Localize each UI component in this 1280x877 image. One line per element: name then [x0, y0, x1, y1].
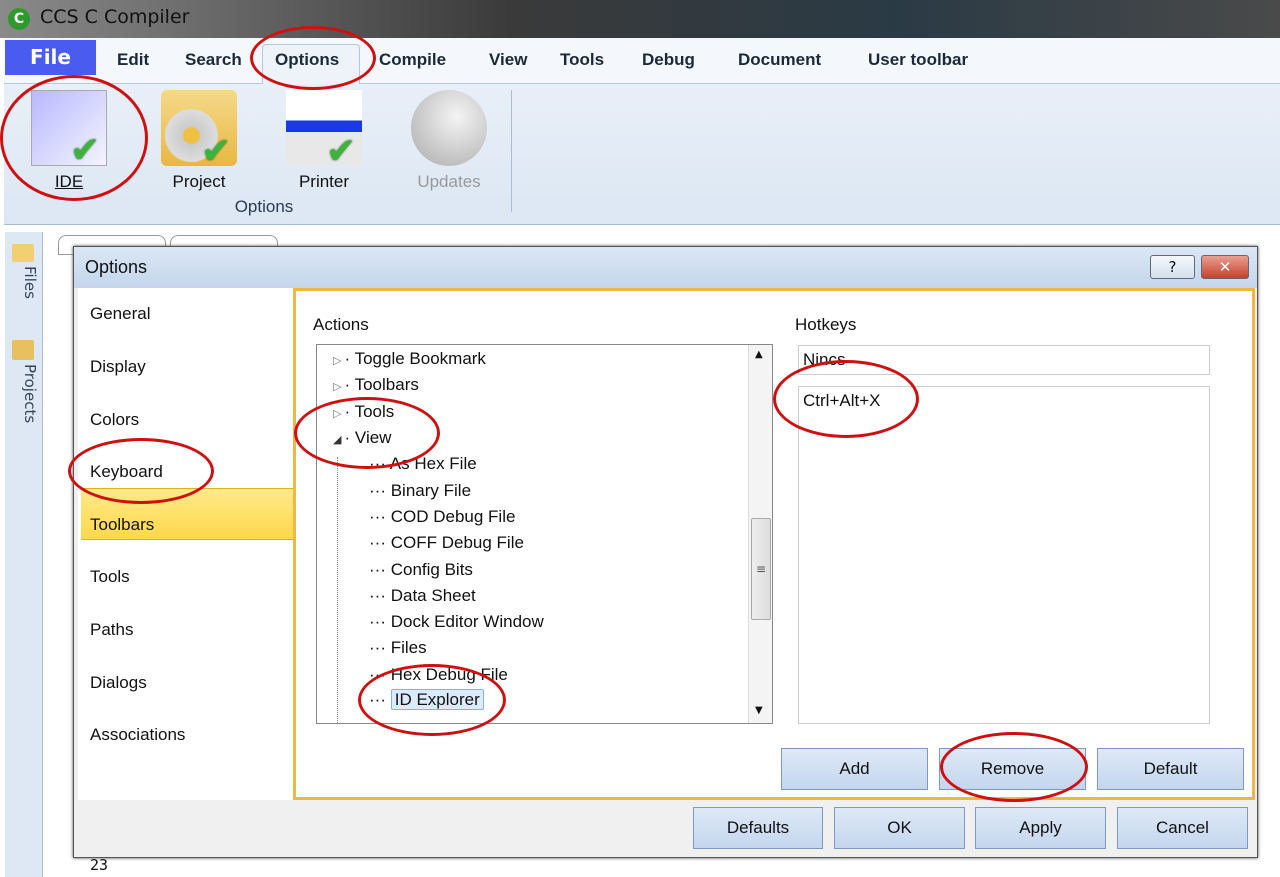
- tree-scrollbar[interactable]: ▲ ≡ ▼: [748, 345, 772, 723]
- nav-toolbars[interactable]: Toolbars: [90, 515, 154, 535]
- tree-item[interactable]: ··· Config Bits: [369, 560, 473, 580]
- project-button[interactable]: ✔ Project: [149, 90, 249, 198]
- tree-item[interactable]: ··· Files: [369, 638, 427, 658]
- cancel-button[interactable]: Cancel: [1117, 807, 1248, 849]
- project-label: Project: [172, 172, 226, 191]
- updates-label: Updates: [417, 172, 481, 191]
- globe-update-icon: [411, 90, 487, 166]
- printer-label: Printer: [298, 172, 350, 191]
- tree-item[interactable]: ··· COFF Debug File: [369, 533, 524, 553]
- annotation-circle: [0, 75, 148, 201]
- dialog-title: Options: [85, 257, 148, 277]
- help-button[interactable]: ?: [1150, 255, 1195, 279]
- tree-guide-line: [337, 457, 338, 723]
- dialog-title-bar: Options ? ✕: [74, 247, 1257, 288]
- project-gear-icon: ✔: [161, 90, 237, 170]
- close-button[interactable]: ✕: [1201, 255, 1249, 279]
- defaults-button[interactable]: Defaults: [693, 807, 823, 849]
- nav-dialogs[interactable]: Dialogs: [90, 673, 147, 693]
- hotkeys-label: Hotkeys: [795, 315, 857, 334]
- menu-compile[interactable]: Compile: [379, 50, 446, 70]
- app-logo-icon: C: [8, 8, 30, 30]
- projects-icon: [12, 340, 34, 360]
- menu-search[interactable]: Search: [185, 50, 242, 70]
- apply-button[interactable]: Apply: [975, 807, 1106, 849]
- nav-paths[interactable]: Paths: [90, 620, 133, 640]
- printer-button[interactable]: ✔ Printer: [274, 90, 374, 198]
- side-panel-strip: Files Projects: [5, 232, 43, 877]
- menu-edit[interactable]: Edit: [117, 50, 149, 70]
- folder-icon: [12, 244, 34, 262]
- menu-debug[interactable]: Debug: [642, 50, 695, 70]
- annotation-circle: [250, 26, 376, 90]
- files-tab[interactable]: Files: [11, 266, 39, 299]
- printer-icon: ✔: [286, 90, 362, 170]
- annotation-circle: [940, 732, 1088, 802]
- menu-tools[interactable]: Tools: [560, 50, 604, 70]
- nav-tools[interactable]: Tools: [90, 567, 130, 587]
- tree-item[interactable]: ··· Dock Editor Window: [369, 612, 544, 632]
- nav-display[interactable]: Display: [90, 357, 146, 377]
- tree-item[interactable]: ▷ · Toggle Bookmark: [333, 349, 486, 369]
- updates-button[interactable]: Updates: [399, 90, 499, 198]
- annotation-circle: [358, 664, 506, 736]
- annotation-circle: [294, 397, 440, 469]
- tree-item[interactable]: ··· Binary File: [369, 481, 471, 501]
- annotation-circle: [773, 360, 919, 438]
- options-nav: General Display Colors Keyboard Toolbars…: [78, 288, 293, 800]
- actions-label: Actions: [313, 315, 369, 334]
- window-title: CCS C Compiler: [40, 6, 190, 28]
- scroll-up-icon[interactable]: ▲: [755, 349, 763, 360]
- ribbon-group-label: Options: [234, 197, 294, 216]
- menu-view[interactable]: View: [489, 50, 527, 70]
- tree-item[interactable]: ··· Data Sheet: [369, 586, 476, 606]
- file-menu-button[interactable]: File: [5, 40, 96, 75]
- menu-document[interactable]: Document: [738, 50, 821, 70]
- scroll-down-icon[interactable]: ▼: [755, 705, 763, 716]
- ribbon-separator: [511, 90, 512, 212]
- annotation-circle: [68, 438, 214, 504]
- ribbon: ✔ IDE ✔ Project ✔ Printer Updates Option…: [4, 84, 1280, 225]
- line-number: 23: [90, 856, 109, 874]
- scroll-thumb[interactable]: ≡: [751, 518, 771, 620]
- add-button[interactable]: Add: [781, 748, 928, 790]
- menu-bar: File Edit Search Options Compile View To…: [4, 38, 1280, 84]
- ok-button[interactable]: OK: [834, 807, 965, 849]
- nav-colors[interactable]: Colors: [90, 410, 139, 430]
- default-button[interactable]: Default: [1097, 748, 1244, 790]
- nav-associations[interactable]: Associations: [90, 725, 185, 745]
- menu-user-toolbar[interactable]: User toolbar: [868, 50, 968, 70]
- projects-tab[interactable]: Projects: [11, 364, 39, 423]
- tree-item[interactable]: ▷ · Toolbars: [333, 375, 419, 395]
- title-bar: C CCS C Compiler: [0, 0, 1280, 38]
- tree-item[interactable]: ··· COD Debug File: [369, 507, 515, 527]
- nav-general[interactable]: General: [90, 304, 150, 324]
